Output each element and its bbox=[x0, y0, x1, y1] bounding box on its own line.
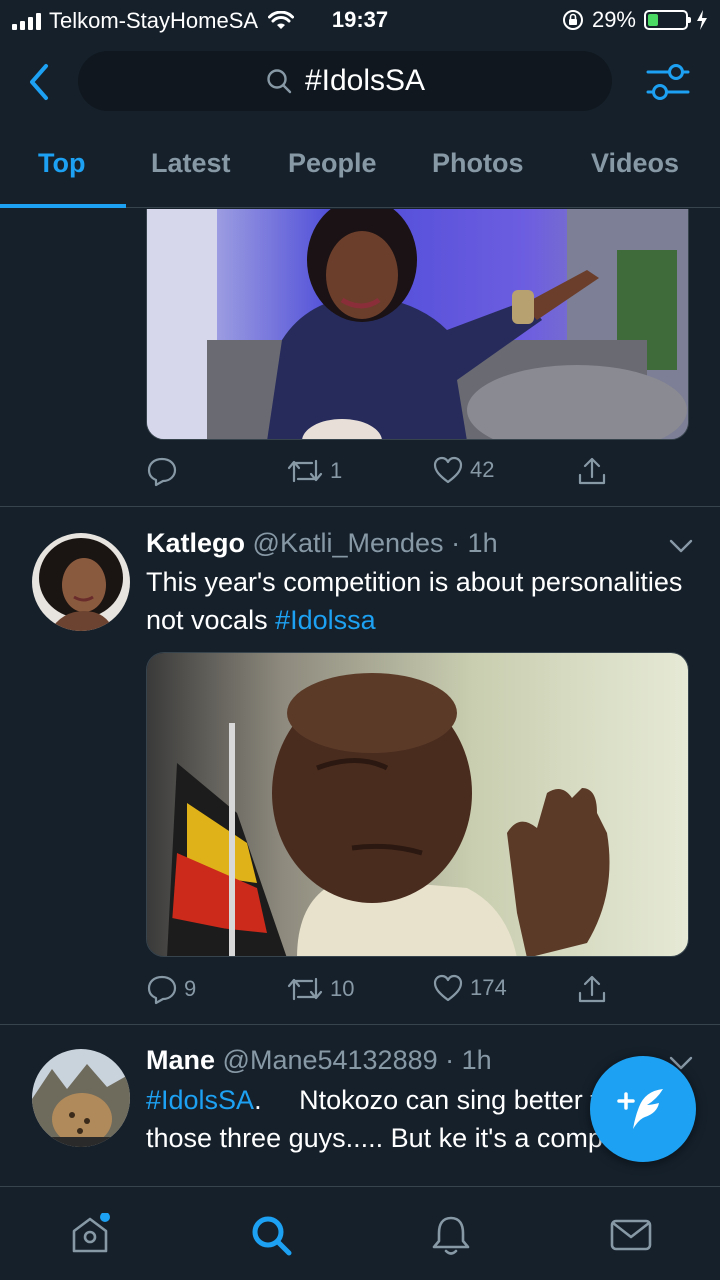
active-tab-indicator bbox=[0, 204, 126, 208]
charging-icon bbox=[697, 10, 707, 30]
user-handle[interactable]: @Mane54132889 bbox=[223, 1045, 438, 1075]
reply-count: 9 bbox=[184, 976, 197, 1001]
search-header: #IdolsSA bbox=[0, 48, 720, 118]
back-arrow-icon[interactable] bbox=[22, 60, 56, 104]
tv-host-photo bbox=[147, 209, 688, 439]
search-tabs: Top Latest People Photos Videos bbox=[0, 130, 720, 208]
chevron-down-icon[interactable] bbox=[668, 537, 694, 555]
share-button[interactable] bbox=[576, 455, 608, 487]
display-name[interactable]: Katlego bbox=[146, 528, 245, 558]
search-input[interactable]: #IdolsSA bbox=[78, 51, 612, 111]
avatar-photo bbox=[32, 1049, 130, 1147]
tweet-divider bbox=[0, 1024, 720, 1025]
orientation-lock-icon bbox=[562, 10, 583, 30]
hashtag-link[interactable]: #IdolsSA bbox=[146, 1085, 254, 1115]
like-count: 174 bbox=[470, 975, 507, 1000]
tweet-time: · 1h bbox=[445, 1045, 492, 1075]
bottom-navigation bbox=[0, 1186, 720, 1280]
search-icon bbox=[267, 69, 292, 94]
tweet-image[interactable] bbox=[146, 652, 689, 957]
battery-icon bbox=[644, 10, 691, 30]
tweet-image[interactable] bbox=[146, 209, 689, 440]
tweet-feed: 1 42 Katlego @Katli_Mendes · 1h This yea… bbox=[0, 209, 720, 1186]
battery-percent: 29% bbox=[591, 7, 636, 32]
tweet-body: This year's competition is about persona… bbox=[146, 567, 683, 635]
user-handle[interactable]: @Katli_Mendes bbox=[253, 528, 444, 558]
notifications-icon[interactable] bbox=[429, 1213, 473, 1257]
tweet-header: Katlego @Katli_Mendes · 1h bbox=[146, 528, 498, 559]
reply-icon bbox=[147, 457, 177, 487]
tweet-header: Mane @Mane54132889 · 1h bbox=[146, 1045, 492, 1076]
tab-latest[interactable]: Latest bbox=[151, 148, 231, 179]
like-icon bbox=[433, 974, 463, 1002]
status-bar: Telkom-StayHomeSA 19:37 29% bbox=[0, 0, 720, 40]
avatar[interactable] bbox=[32, 533, 130, 631]
compose-tweet-button[interactable] bbox=[590, 1056, 696, 1162]
reply-icon bbox=[147, 975, 177, 1005]
tab-photos[interactable]: Photos bbox=[432, 148, 524, 179]
hashtag-link[interactable]: #Idolssa bbox=[275, 605, 376, 635]
avatar-photo bbox=[32, 533, 130, 631]
retweet-count: 1 bbox=[330, 458, 343, 483]
retweet-icon bbox=[287, 977, 323, 1001]
tweet-divider bbox=[0, 506, 720, 507]
explore-search-icon[interactable] bbox=[249, 1213, 293, 1257]
display-name[interactable]: Mane bbox=[146, 1045, 215, 1075]
share-button[interactable] bbox=[576, 973, 608, 1005]
tweet-actions: 1 42 bbox=[146, 455, 689, 495]
avatar[interactable] bbox=[32, 1049, 130, 1147]
filter-icon[interactable] bbox=[646, 60, 690, 104]
retweet-button[interactable]: 1 bbox=[286, 455, 342, 487]
retweet-button[interactable]: 10 bbox=[286, 973, 354, 1005]
tweet-text: This year's competition is about persona… bbox=[146, 563, 696, 639]
compose-icon bbox=[617, 1089, 663, 1129]
tweet-time: · 1h bbox=[451, 528, 498, 558]
tweet-photo bbox=[147, 653, 688, 956]
tab-people[interactable]: People bbox=[288, 148, 377, 179]
tweet-actions: 9 10 174 bbox=[146, 973, 689, 1013]
tab-videos[interactable]: Videos bbox=[591, 148, 679, 179]
like-button[interactable]: 42 bbox=[432, 455, 494, 485]
retweet-icon bbox=[287, 459, 323, 483]
like-count: 42 bbox=[470, 457, 495, 482]
retweet-count: 10 bbox=[330, 976, 355, 1001]
share-icon bbox=[578, 975, 606, 1003]
messages-icon[interactable] bbox=[609, 1213, 653, 1257]
like-button[interactable]: 174 bbox=[432, 973, 507, 1003]
reply-button[interactable]: 9 bbox=[146, 973, 196, 1005]
tab-top[interactable]: Top bbox=[38, 148, 85, 179]
share-icon bbox=[578, 457, 606, 485]
like-icon bbox=[433, 456, 463, 484]
home-icon[interactable] bbox=[68, 1213, 112, 1257]
status-right: 29% bbox=[562, 7, 708, 33]
reply-button[interactable] bbox=[146, 455, 184, 487]
search-query: #IdolsSA bbox=[304, 64, 426, 97]
